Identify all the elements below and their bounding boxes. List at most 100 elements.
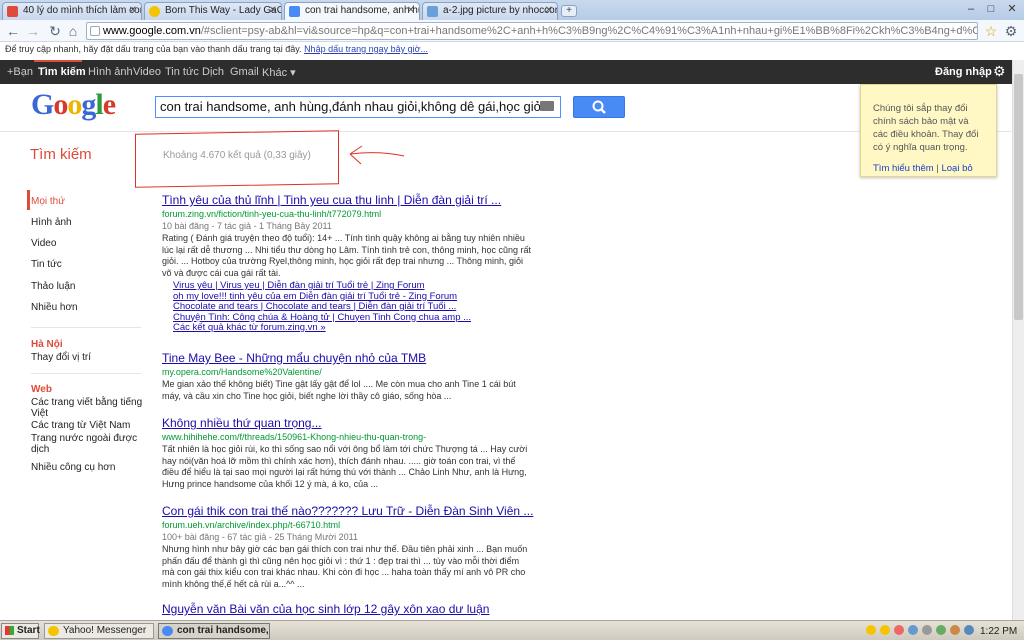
close-tab-icon[interactable]: ✕ — [407, 3, 415, 19]
import-bookmarks-link[interactable]: Nhập dấu trang ngay bây giờ... — [304, 44, 428, 54]
sign-in-link[interactable]: Đăng nhập — [935, 66, 992, 78]
tray-icon[interactable] — [950, 625, 960, 635]
taskbar-button-label: Yahoo! Messenger — [63, 625, 147, 636]
reload-icon[interactable]: ↻ — [46, 22, 64, 40]
browser-toolbar: ← → ↻ ⌂ www.google.com.vn/#sclient=psy-a… — [0, 20, 1024, 42]
settings-gear-icon[interactable]: ⚙ — [993, 63, 1006, 80]
result-title-link[interactable]: Tine May Bee - Những mẩu chuyện nhỏ của … — [162, 351, 532, 366]
leftnav-divider — [31, 327, 141, 328]
close-tab-icon[interactable]: ✕ — [545, 3, 553, 19]
leftnav-everything[interactable]: Mọi thứ — [31, 196, 65, 207]
tab-label: con trai handsome, anh hùng, — [305, 5, 419, 16]
result-title-link[interactable]: Con gái thik con trai thế nào??????? Lưu… — [162, 504, 533, 519]
favicon-icon — [7, 6, 18, 17]
tab-label: Born This Way - Lady GaGa | — [165, 5, 281, 16]
tab-4[interactable]: a-2.jpg picture by nhoccon_2 ✕ — [422, 2, 558, 20]
logo-letter: o — [67, 88, 82, 121]
leftnav-discussions[interactable]: Thảo luận — [31, 281, 75, 292]
close-tab-icon[interactable]: ✕ — [129, 3, 137, 19]
tab-label: 40 lý do mình thích làm con gái — [23, 5, 141, 16]
gbar-search[interactable]: Tìm kiếm — [38, 66, 86, 78]
tray-icon[interactable] — [922, 625, 932, 635]
leftnav-images[interactable]: Hình ảnh — [31, 217, 72, 228]
favicon-icon — [289, 6, 300, 17]
tray-volume-icon[interactable] — [964, 625, 974, 635]
gbar-gmail[interactable]: Gmail — [230, 66, 259, 78]
tray-icon[interactable] — [908, 625, 918, 635]
tray-icon[interactable] — [894, 625, 904, 635]
result-title-link[interactable]: Không nhiều thứ quan trọng... — [162, 416, 532, 431]
yahoo-messenger-icon — [48, 626, 59, 636]
tab-2[interactable]: Born This Way - Lady GaGa | ✕ — [144, 2, 282, 20]
forward-arrow-icon[interactable]: → — [24, 22, 42, 40]
gbar-translate[interactable]: Dịch — [202, 66, 224, 78]
location-heading: Hà Nội — [31, 339, 63, 350]
page-icon — [90, 26, 100, 36]
search-result: Nguyễn văn Bài văn của học sinh lớp 12 g… — [162, 602, 532, 617]
start-button[interactable]: Start — [1, 623, 40, 639]
system-clock: 1:22 PM — [980, 626, 1018, 637]
google-logo[interactable]: Google — [31, 88, 116, 122]
tray-network-icon[interactable] — [936, 625, 946, 635]
tab-1[interactable]: 40 lý do mình thích làm con gái ✕ — [2, 2, 142, 20]
address-bar[interactable]: www.google.com.vn/#sclient=psy-ab&hl=vi&… — [86, 22, 978, 40]
wrench-icon[interactable]: ⚙ — [1002, 22, 1020, 40]
hand-drawn-highlight-box — [135, 130, 339, 188]
gbar-more[interactable]: Khác ▾ — [262, 66, 296, 79]
search-icon — [592, 100, 606, 114]
search-input[interactable]: con trai handsome, anh hùng,đánh nhau gi… — [155, 96, 561, 118]
search-result: Con gái thik con trai thế nào??????? Lưu… — [162, 504, 533, 590]
new-tab-button[interactable]: + — [561, 5, 577, 17]
leftnav-translated-pages[interactable]: Trang nước ngoài được dịch — [31, 433, 143, 455]
leftnav-more[interactable]: Nhiều hơn — [31, 302, 78, 313]
sublink[interactable]: Virus yêu | Virus yeu | Diễn đàn giải tr… — [173, 280, 471, 292]
change-location-link[interactable]: Thay đổi vị trí — [31, 352, 91, 363]
minimize-button[interactable]: – — [962, 2, 980, 16]
result-url: forum.ueh.vn/archive/index.php/t-66710.h… — [162, 520, 341, 530]
logo-letter: l — [95, 88, 103, 121]
keyboard-icon[interactable] — [540, 101, 554, 111]
result-snippet: Tất nhiên là học giỏi rùi, ko thì sống s… — [162, 444, 528, 489]
gbar-images[interactable]: Hình ảnh — [88, 66, 133, 78]
search-result: Tine May Bee - Những mẩu chuyện nhỏ của … — [162, 351, 532, 402]
result-title-link[interactable]: Nguyễn văn Bài văn của học sinh lớp 12 g… — [162, 602, 532, 617]
home-icon[interactable]: ⌂ — [64, 22, 82, 40]
gbar-video[interactable]: Video — [133, 66, 161, 78]
dismiss-link[interactable]: Loại bỏ — [941, 163, 972, 174]
sublink[interactable]: Chocolate and tears | Chocolate and tear… — [173, 301, 471, 313]
more-results-link[interactable]: Các kết quả khác từ forum.zing.vn » — [173, 322, 471, 334]
bookmark-star-icon[interactable]: ☆ — [982, 22, 1000, 40]
leftnav-vietnamese-pages[interactable]: Các trang viết bằng tiếng Việt — [31, 397, 143, 419]
favicon-icon — [427, 6, 438, 17]
tab-3-active[interactable]: con trai handsome, anh hùng, ✕ — [284, 2, 420, 21]
close-tab-icon[interactable]: ✕ — [269, 3, 277, 19]
chrome-icon — [162, 626, 173, 636]
leftnav-video[interactable]: Video — [31, 238, 56, 249]
taskbar-chrome-window[interactable]: con trai handsome, a... — [158, 623, 270, 639]
leftnav-news[interactable]: Tin tức — [31, 259, 62, 270]
hand-drawn-arrow — [349, 145, 405, 165]
search-button[interactable] — [573, 96, 625, 118]
maximize-button[interactable]: □ — [982, 2, 1000, 16]
search-result: Không nhiều thứ quan trọng... www.hihihe… — [162, 416, 532, 490]
result-url: www.hihihehe.com/f/threads/150961-Khong-… — [162, 432, 427, 442]
bookmarks-infobar: Để truy cập nhanh, hãy đặt dấu trang của… — [0, 43, 1024, 57]
tab-label: a-2.jpg picture by nhoccon_2 — [443, 5, 557, 16]
web-heading: Web — [31, 384, 52, 395]
result-snippet: Me gian xảo thế không biết) Tine gật lấy… — [162, 379, 516, 401]
scrollbar-thumb[interactable] — [1014, 74, 1023, 320]
leftnav-vietnam-pages[interactable]: Các trang từ Việt Nam — [31, 420, 130, 431]
tray-smiley-icon[interactable] — [880, 625, 890, 635]
back-arrow-icon[interactable]: ← — [4, 22, 22, 40]
result-meta: 100+ bài đăng - 67 tác giả - 25 Tháng Mư… — [162, 532, 358, 542]
taskbar-yahoo-messenger[interactable]: Yahoo! Messenger — [44, 623, 154, 639]
gbar-news[interactable]: Tin tức — [165, 66, 199, 78]
close-window-button[interactable]: ✕ — [1003, 2, 1021, 16]
gbar-plus-you[interactable]: +Bạn — [7, 66, 33, 78]
tray-smiley-icon[interactable] — [866, 625, 876, 635]
learn-more-link[interactable]: Tìm hiểu thêm — [873, 163, 934, 174]
result-title-link[interactable]: Tình yêu của thủ lĩnh | Tinh yeu cua thu… — [162, 193, 532, 208]
leftnav-more-tools[interactable]: Nhiều công cụ hơn — [31, 462, 115, 473]
logo-letter: g — [81, 88, 96, 121]
infobar-text: Để truy cập nhanh, hãy đặt dấu trang của… — [5, 44, 302, 54]
